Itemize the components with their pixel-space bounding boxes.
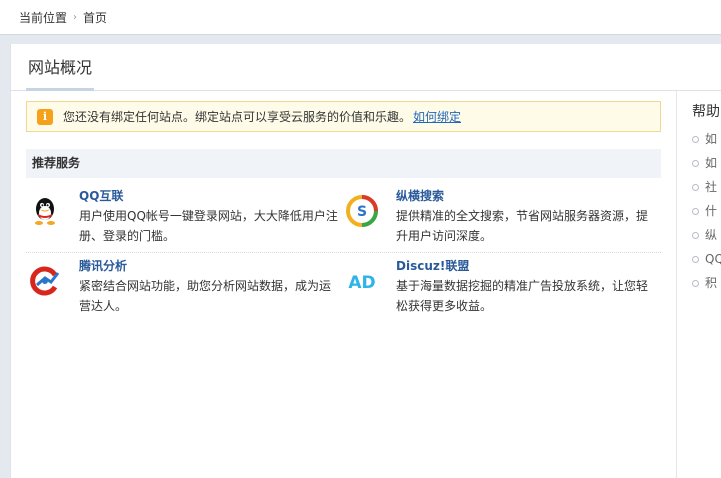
service-tencent-analytics: 腾讯分析 紧密结合网站功能，助您分析网站数据，成为运营达人。 <box>29 257 331 317</box>
service-title[interactable]: QQ互联 <box>79 187 123 204</box>
ad-icon[interactable]: AD <box>346 265 378 297</box>
help-title: 帮助 <box>692 104 720 120</box>
breadcrumb-label: 当前位置 <box>19 10 68 25</box>
bullet-icon <box>692 135 699 143</box>
breadcrumb: 当前位置 › 首页 <box>0 0 721 35</box>
help-item[interactable]: 纵 <box>692 223 721 247</box>
tab-site-overview[interactable]: 网站概况 <box>26 54 95 91</box>
help-item[interactable]: 什 <box>692 199 721 223</box>
recommended-services-heading: 推荐服务 <box>26 149 661 178</box>
search-s-icon[interactable]: S <box>346 195 378 227</box>
svg-text:AD: AD <box>348 273 375 293</box>
svg-text:S: S <box>357 204 367 220</box>
bullet-icon <box>692 279 699 287</box>
service-discuz-union: AD Discuz!联盟 基于海量数据挖掘的精准广告投放系统，让您轻松获得更多收… <box>346 257 648 317</box>
service-title[interactable]: 纵横搜索 <box>396 187 444 204</box>
service-description: 提供精准的全文搜索，节省网站服务器资源，提升用户访问深度。 <box>396 209 649 243</box>
service-title[interactable]: 腾讯分析 <box>79 257 127 274</box>
qq-penguin-icon[interactable] <box>29 195 61 227</box>
service-zongheng-search: S 纵横搜索 提供精准的全文搜索，节省网站服务器资源，提升用户访问深度。 <box>346 187 648 247</box>
help-sidebar: 帮助 如 如 社 什 纵 QQ 积 <box>682 91 721 478</box>
bullet-icon <box>692 231 699 239</box>
bullet-icon <box>692 183 699 191</box>
help-list: 如 如 社 什 纵 QQ 积 <box>692 127 721 295</box>
breadcrumb-home-link[interactable]: 首页 <box>83 9 107 26</box>
main-content: i 您还没有绑定任何站点。绑定站点可以享受云服务的价值和乐趣。 如何绑定 推荐服… <box>11 91 677 478</box>
help-item[interactable]: 如 <box>692 127 721 151</box>
service-qq-connect: QQ互联 用户使用QQ帐号一键登录网站，大大降低用户注册、登录的门槛。 <box>29 187 338 247</box>
services-divider <box>26 252 661 253</box>
help-item[interactable]: 社 <box>692 175 721 199</box>
help-item[interactable]: 积 <box>692 271 721 295</box>
help-item[interactable]: QQ <box>692 247 721 271</box>
service-description: 基于海量数据挖掘的精准广告投放系统，让您轻松获得更多收益。 <box>396 279 649 313</box>
breadcrumb-separator-icon: › <box>73 11 78 23</box>
bullet-icon <box>692 207 699 215</box>
notice-text: 您还没有绑定任何站点。绑定站点可以享受云服务的价值和乐趣。 <box>63 110 412 124</box>
how-to-bind-link[interactable]: 如何绑定 <box>413 108 461 125</box>
service-description: 用户使用QQ帐号一键登录网站，大大降低用户注册、登录的门槛。 <box>79 209 338 243</box>
bullet-icon <box>692 255 699 263</box>
help-item[interactable]: 如 <box>692 151 721 175</box>
service-title[interactable]: Discuz!联盟 <box>396 257 469 274</box>
tab-bar: 网站概况 <box>11 44 721 91</box>
bullet-icon <box>692 159 699 167</box>
info-icon: i <box>37 108 53 125</box>
analytics-icon[interactable] <box>29 265 61 297</box>
service-description: 紧密结合网站功能，助您分析网站数据，成为运营达人。 <box>79 279 332 313</box>
main-panel: 网站概况 i 您还没有绑定任何站点。绑定站点可以享受云服务的价值和乐趣。 如何绑… <box>10 44 721 478</box>
bind-site-notice: i 您还没有绑定任何站点。绑定站点可以享受云服务的价值和乐趣。 如何绑定 <box>26 101 661 132</box>
